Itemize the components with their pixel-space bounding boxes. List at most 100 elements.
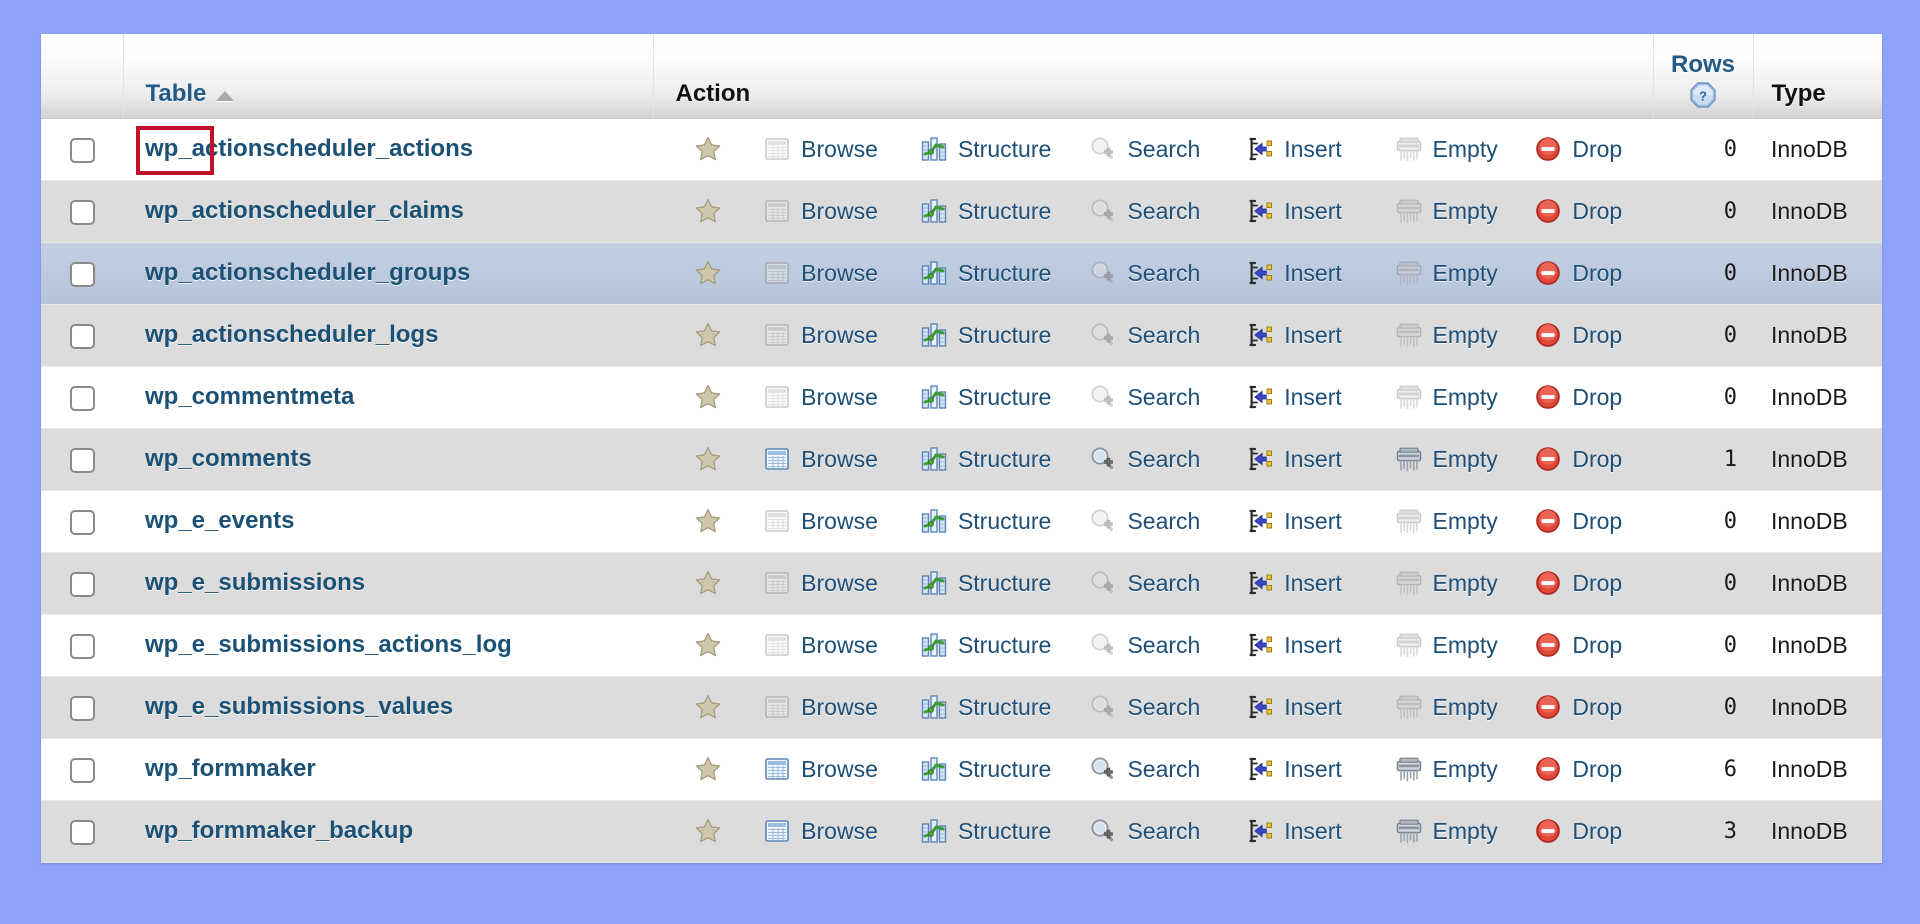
table-row[interactable]: wp_actionscheduler_claims Browse Structu…	[41, 180, 1882, 243]
table-name-cell[interactable]: wp_comments	[123, 428, 653, 491]
row-checkbox[interactable]	[69, 757, 95, 783]
insert-action[interactable]: Insert	[1246, 445, 1394, 473]
browse-action[interactable]: Browse	[763, 631, 920, 659]
drop-action[interactable]: Drop	[1534, 259, 1653, 287]
drop-action[interactable]: Drop	[1534, 631, 1653, 659]
structure-action[interactable]: Structure	[920, 817, 1089, 845]
insert-action[interactable]: Insert	[1246, 507, 1394, 535]
table-row[interactable]: wp_e_submissions Browse Structure Search…	[41, 552, 1882, 615]
empty-action[interactable]: Empty	[1395, 693, 1535, 721]
table-name-cell[interactable]: wp_formmaker_backup	[123, 800, 653, 863]
table-name-cell[interactable]: wp_commentmeta	[123, 366, 653, 429]
table-name-cell[interactable]: wp_e_submissions_values	[123, 676, 653, 739]
header-table-column[interactable]: Table	[123, 34, 654, 119]
drop-action[interactable]: Drop	[1534, 445, 1653, 473]
search-action[interactable]: Search	[1089, 383, 1246, 411]
empty-action[interactable]: Empty	[1395, 197, 1535, 225]
row-select-cell[interactable]	[41, 614, 123, 677]
insert-action[interactable]: Insert	[1246, 259, 1394, 287]
favorite-star-button[interactable]	[653, 197, 763, 225]
table-name-cell[interactable]: wp_formmaker	[123, 738, 653, 801]
drop-action[interactable]: Drop	[1534, 693, 1653, 721]
row-checkbox[interactable]	[69, 571, 95, 597]
header-table-label[interactable]: Table	[146, 80, 207, 108]
favorite-star-button[interactable]	[653, 817, 763, 845]
row-checkbox[interactable]	[69, 447, 95, 473]
empty-action[interactable]: Empty	[1395, 445, 1535, 473]
empty-action[interactable]: Empty	[1395, 569, 1535, 597]
insert-action[interactable]: Insert	[1246, 383, 1394, 411]
search-action[interactable]: Search	[1089, 135, 1246, 163]
browse-action[interactable]: Browse	[763, 693, 920, 721]
favorite-star-button[interactable]	[653, 693, 763, 721]
empty-action[interactable]: Empty	[1395, 321, 1535, 349]
insert-action[interactable]: Insert	[1246, 693, 1394, 721]
table-name-link[interactable]: wp_e_events	[145, 507, 294, 535]
row-select-cell[interactable]	[41, 552, 123, 615]
insert-action[interactable]: Insert	[1246, 569, 1394, 597]
row-checkbox[interactable]	[69, 695, 95, 721]
browse-action[interactable]: Browse	[763, 445, 920, 473]
search-action[interactable]: Search	[1089, 445, 1246, 473]
structure-action[interactable]: Structure	[920, 197, 1089, 225]
table-name-link[interactable]: wp_commentmeta	[145, 383, 354, 411]
table-name-link[interactable]: wp_actionscheduler_claims	[145, 197, 464, 225]
row-select-cell[interactable]	[41, 676, 123, 739]
drop-action[interactable]: Drop	[1534, 321, 1653, 349]
drop-action[interactable]: Drop	[1534, 569, 1653, 597]
drop-action[interactable]: Drop	[1534, 383, 1653, 411]
table-name-cell[interactable]: wp_actionscheduler_claims	[123, 180, 653, 243]
table-row[interactable]: wp_comments Browse Structure Search Inse…	[41, 428, 1882, 491]
row-checkbox[interactable]	[69, 385, 95, 411]
table-name-cell[interactable]: wp_e_events	[123, 490, 653, 553]
structure-action[interactable]: Structure	[920, 755, 1089, 783]
help-question-icon[interactable]: ?	[1690, 81, 1716, 108]
search-action[interactable]: Search	[1089, 755, 1246, 783]
row-select-cell[interactable]	[41, 242, 123, 305]
favorite-star-button[interactable]	[653, 507, 763, 535]
drop-action[interactable]: Drop	[1534, 197, 1653, 225]
empty-action[interactable]: Empty	[1395, 631, 1535, 659]
row-select-cell[interactable]	[41, 428, 123, 491]
row-select-cell[interactable]	[41, 366, 123, 429]
favorite-star-button[interactable]	[653, 631, 763, 659]
structure-action[interactable]: Structure	[920, 135, 1089, 163]
insert-action[interactable]: Insert	[1246, 755, 1394, 783]
insert-action[interactable]: Insert	[1246, 197, 1394, 225]
table-row[interactable]: wp_e_submissions_values Browse Structure…	[41, 676, 1882, 739]
favorite-star-button[interactable]	[653, 383, 763, 411]
search-action[interactable]: Search	[1089, 259, 1246, 287]
browse-action[interactable]: Browse	[763, 383, 920, 411]
drop-action[interactable]: Drop	[1534, 817, 1653, 845]
row-select-cell[interactable]	[41, 738, 123, 801]
table-name-link[interactable]: wp_formmaker_backup	[145, 817, 413, 845]
structure-action[interactable]: Structure	[920, 383, 1089, 411]
header-rows-column[interactable]: Rows ?	[1653, 34, 1754, 119]
table-name-cell[interactable]: wp_e_submissions_actions_log	[123, 614, 653, 677]
search-action[interactable]: Search	[1089, 321, 1246, 349]
table-row[interactable]: wp_formmaker Browse Structure Search Ins…	[41, 738, 1882, 801]
browse-action[interactable]: Browse	[763, 569, 920, 597]
table-name-cell[interactable]: wp_actionscheduler_actions	[123, 118, 653, 181]
row-checkbox[interactable]	[69, 261, 95, 287]
empty-action[interactable]: Empty	[1395, 755, 1535, 783]
insert-action[interactable]: Insert	[1246, 631, 1394, 659]
table-name-cell[interactable]: wp_actionscheduler_groups	[123, 242, 653, 305]
table-name-cell[interactable]: wp_e_submissions	[123, 552, 653, 615]
table-row[interactable]: wp_actionscheduler_logs Browse Structure…	[41, 304, 1882, 367]
row-select-cell[interactable]	[41, 304, 123, 367]
search-action[interactable]: Search	[1089, 817, 1246, 845]
empty-action[interactable]: Empty	[1395, 383, 1535, 411]
drop-action[interactable]: Drop	[1534, 507, 1653, 535]
empty-action[interactable]: Empty	[1395, 507, 1535, 535]
sort-ascending-icon[interactable]	[216, 90, 235, 101]
structure-action[interactable]: Structure	[920, 569, 1089, 597]
header-rows-label[interactable]: Rows	[1671, 51, 1735, 79]
search-action[interactable]: Search	[1089, 507, 1246, 535]
row-checkbox[interactable]	[69, 633, 95, 659]
empty-action[interactable]: Empty	[1395, 259, 1535, 287]
row-checkbox[interactable]	[69, 323, 95, 349]
structure-action[interactable]: Structure	[920, 259, 1089, 287]
browse-action[interactable]: Browse	[763, 197, 920, 225]
table-row[interactable]: wp_formmaker_backup Browse Structure Sea…	[41, 800, 1882, 863]
